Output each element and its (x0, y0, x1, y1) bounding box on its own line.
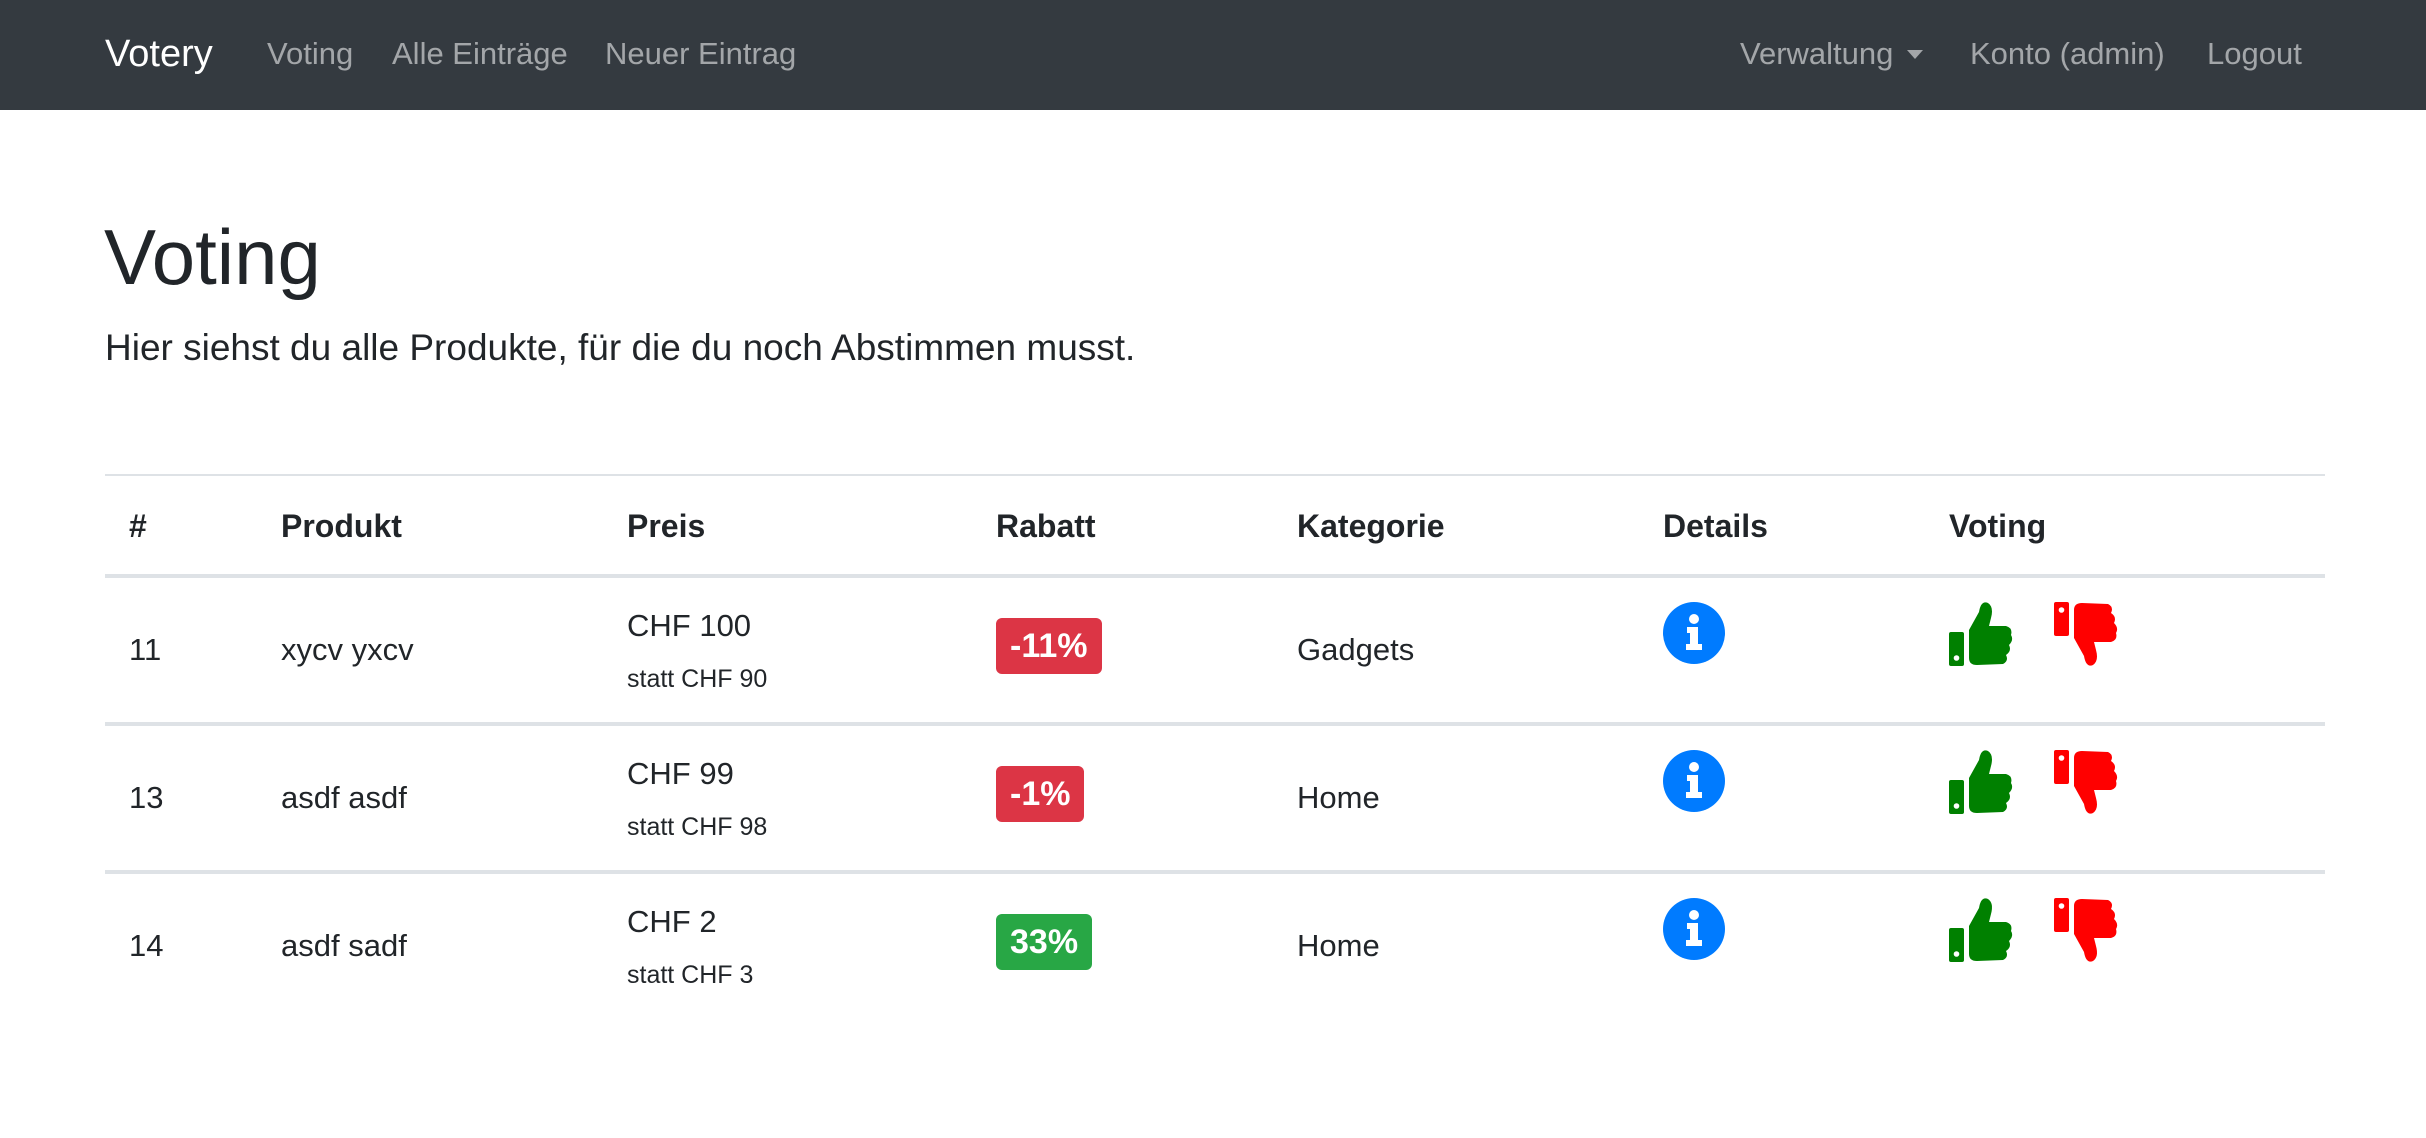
thumbs-up-icon[interactable] (1948, 748, 2014, 816)
thumbs-up-icon[interactable] (1948, 896, 2014, 964)
discount-badge: 33% (996, 914, 1093, 970)
discount-badge: -1% (996, 766, 1085, 822)
table-row: 13 asdf asdf CHF 99 statt CHF 98 -1% Hom… (105, 726, 2325, 874)
thumbs-down-icon[interactable] (2053, 896, 2119, 964)
admin-dropdown-label: Verwaltung (1740, 36, 1894, 71)
thumbs-down-icon[interactable] (2053, 600, 2119, 668)
row-id: 13 (129, 780, 164, 815)
row-price: CHF 99 (627, 756, 734, 791)
row-id: 14 (129, 928, 164, 963)
table-row: 11 xycv yxcv CHF 100 statt CHF 90 -11% G… (105, 578, 2325, 726)
nav-link-all-entries[interactable]: Alle Einträge (392, 28, 568, 80)
row-price-old: statt CHF 98 (627, 813, 768, 841)
voting-table: # Produkt Preis Rabatt Kategorie Details… (105, 474, 2325, 1018)
column-header-discount: Rabatt (996, 508, 1096, 544)
column-header-price: Preis (627, 508, 706, 544)
info-circle-icon[interactable] (1663, 602, 1725, 664)
row-category: Gadgets (1297, 632, 1415, 667)
row-price-old: statt CHF 3 (627, 961, 754, 989)
column-header-product: Produkt (281, 508, 402, 544)
table-row: 14 asdf sadf CHF 2 statt CHF 3 33% Home (105, 874, 2325, 1018)
info-circle-icon[interactable] (1663, 898, 1725, 960)
thumbs-up-icon[interactable] (1948, 600, 2014, 668)
row-price: CHF 100 (627, 608, 752, 643)
page-title: Voting (104, 213, 321, 301)
navbar: Votery Voting Alle Einträge Neuer Eintra… (0, 0, 2426, 110)
column-header-category: Kategorie (1297, 508, 1445, 544)
column-header-details: Details (1663, 508, 1768, 544)
row-product-name: xycv yxcv (281, 632, 414, 667)
info-circle-icon[interactable] (1663, 750, 1725, 812)
nav-link-logout[interactable]: Logout (2207, 28, 2302, 80)
row-category: Home (1297, 780, 1380, 815)
discount-badge: -11% (996, 618, 1102, 674)
nav-link-new-entry[interactable]: Neuer Eintrag (605, 28, 796, 80)
admin-dropdown-toggle[interactable]: Verwaltung (1740, 28, 1924, 80)
chevron-down-icon (1907, 49, 1924, 59)
page-lead-text: Hier siehst du alle Produkte, für die du… (105, 327, 1136, 368)
row-product-name: asdf asdf (281, 780, 407, 815)
row-product-name: asdf sadf (281, 928, 407, 963)
row-id: 11 (129, 632, 162, 667)
column-header-voting: Voting (1949, 508, 2047, 544)
thumbs-down-icon[interactable] (2053, 748, 2119, 816)
nav-link-voting[interactable]: Voting (267, 28, 353, 80)
column-header-id: # (129, 508, 147, 544)
table-header-row: # Produkt Preis Rabatt Kategorie Details… (105, 474, 2325, 578)
row-price-old: statt CHF 90 (627, 665, 768, 693)
row-category: Home (1297, 928, 1380, 963)
nav-link-account[interactable]: Konto (admin) (1970, 28, 2165, 80)
row-price: CHF 2 (627, 904, 717, 939)
brand-logo-link[interactable]: Votery (105, 26, 213, 82)
